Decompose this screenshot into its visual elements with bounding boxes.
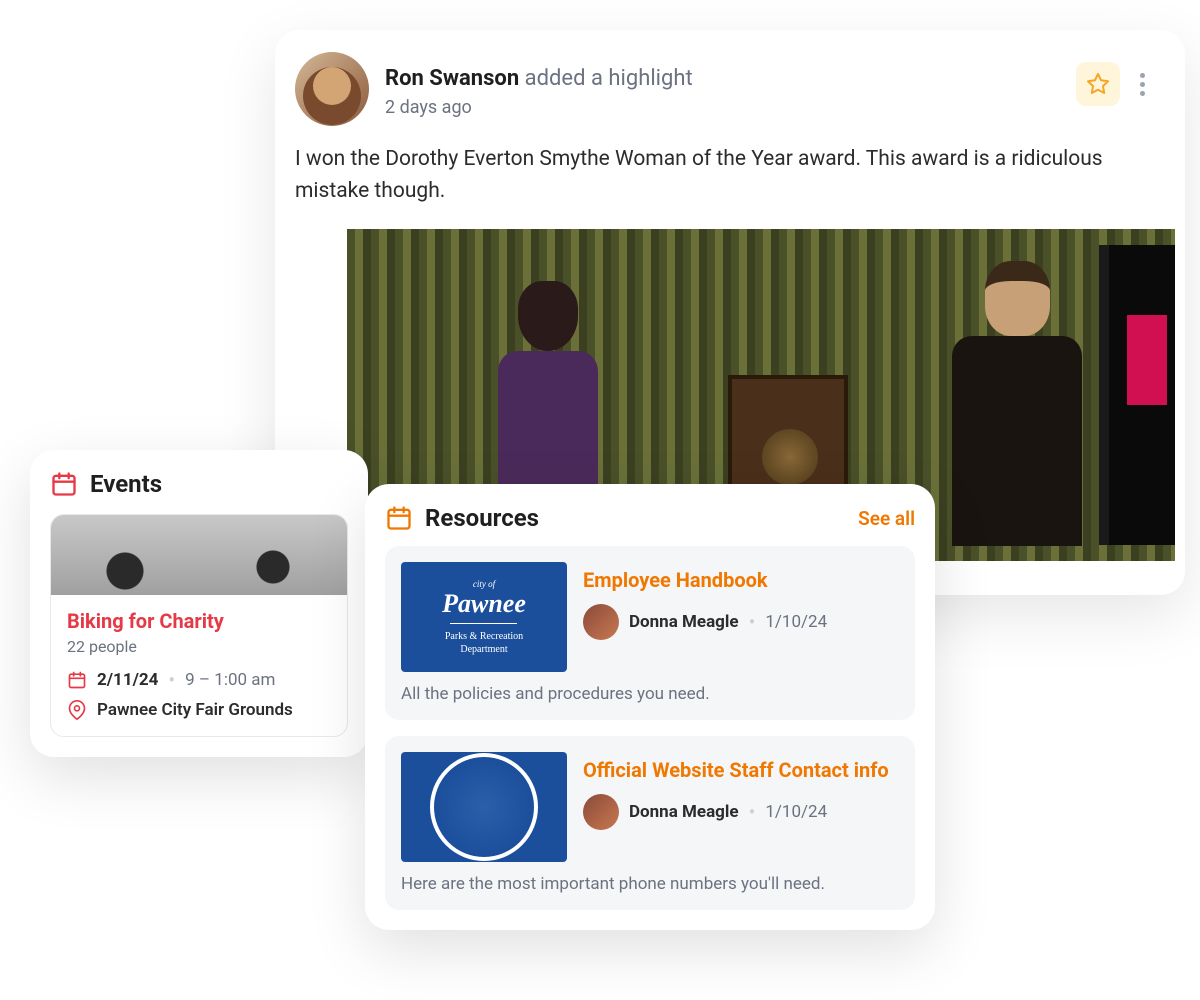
event-date-row: 2/11/24 • 9 – 1:00 am <box>67 670 331 690</box>
resource-author-avatar[interactable] <box>583 604 619 640</box>
resource-thumbnail: city of Pawnee Parks & RecreationDepartm… <box>401 562 567 672</box>
resource-byline: Donna Meagle • 1/10/24 <box>583 794 899 830</box>
event-people-count: 22 people <box>67 637 331 656</box>
calendar-icon <box>67 670 87 690</box>
see-all-link[interactable]: See all <box>858 507 915 530</box>
resource-item[interactable]: Official Website Staff Contact info Donn… <box>385 736 915 910</box>
resource-thumbnail <box>401 752 567 862</box>
event-date: 2/11/24 <box>97 670 158 690</box>
separator-dot: • <box>168 670 175 690</box>
events-heading: Events <box>50 470 348 498</box>
resource-description: All the policies and procedures you need… <box>401 684 899 704</box>
post-author-name[interactable]: Ron Swanson <box>385 66 519 91</box>
event-body: Biking for Charity 22 people 2/11/24 • 9… <box>51 595 347 736</box>
resource-author-name[interactable]: Donna Meagle <box>629 802 739 822</box>
post-actions <box>1076 62 1151 106</box>
post-header: Ron Swanson added a highlight 2 days ago <box>295 52 1151 126</box>
events-card: Events Biking for Charity 22 people 2/11… <box>30 450 368 757</box>
separator-dot: • <box>749 802 756 822</box>
resource-title[interactable]: Official Website Staff Contact info <box>583 758 899 782</box>
resource-description: Here are the most important phone number… <box>401 874 899 894</box>
more-dots-icon <box>1140 73 1145 78</box>
post-action-text: added a highlight <box>525 66 693 91</box>
calendar-icon <box>385 504 413 532</box>
post-body-text: I won the Dorothy Everton Smythe Woman o… <box>295 144 1151 207</box>
event-item[interactable]: Biking for Charity 22 people 2/11/24 • 9… <box>50 514 348 737</box>
resource-date: 1/10/24 <box>765 802 827 822</box>
event-location: Pawnee City Fair Grounds <box>97 700 293 720</box>
map-pin-icon <box>67 700 87 720</box>
event-title[interactable]: Biking for Charity <box>67 609 331 633</box>
resource-date: 1/10/24 <box>765 612 827 632</box>
more-button[interactable] <box>1134 67 1151 102</box>
resource-author-avatar[interactable] <box>583 794 619 830</box>
resources-heading-text: Resources <box>425 504 539 532</box>
resource-title[interactable]: Employee Handbook <box>583 568 899 592</box>
post-author-avatar[interactable] <box>295 52 369 126</box>
events-heading-text: Events <box>90 470 162 498</box>
post-meta: Ron Swanson added a highlight 2 days ago <box>385 52 1060 118</box>
post-timestamp: 2 days ago <box>385 97 1060 118</box>
resources-card: Resources See all city of Pawnee Parks &… <box>365 484 935 930</box>
resource-byline: Donna Meagle • 1/10/24 <box>583 604 899 640</box>
calendar-icon <box>50 470 78 498</box>
event-location-row: Pawnee City Fair Grounds <box>67 700 331 720</box>
post-title-line: Ron Swanson added a highlight <box>385 66 1060 91</box>
event-thumbnail <box>51 515 347 595</box>
resources-heading: Resources See all <box>385 504 915 532</box>
star-icon <box>1086 72 1110 96</box>
event-time: 9 – 1:00 am <box>185 670 275 690</box>
separator-dot: • <box>749 612 756 632</box>
star-button[interactable] <box>1076 62 1120 106</box>
resource-item[interactable]: city of Pawnee Parks & RecreationDepartm… <box>385 546 915 720</box>
resource-author-name[interactable]: Donna Meagle <box>629 612 739 632</box>
